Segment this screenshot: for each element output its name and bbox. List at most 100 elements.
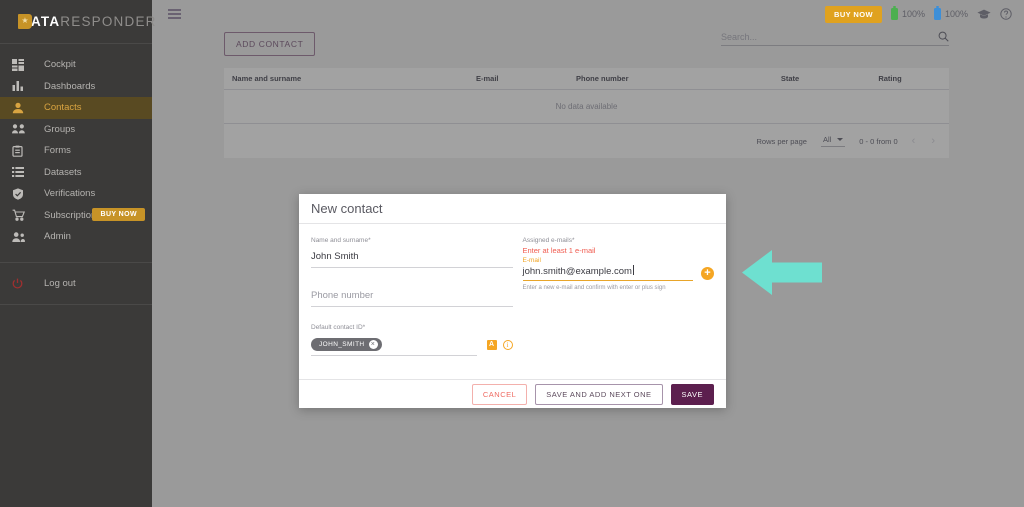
sidebar-item-datasets[interactable]: Datasets	[0, 162, 152, 184]
sidebar-nav: Cockpit Dashboards Contacts Groups Forms…	[0, 44, 152, 305]
sidebar-item-forms[interactable]: Forms	[0, 140, 152, 162]
phone-field-placeholder: Phone number	[311, 290, 374, 301]
sidebar-item-subscription[interactable]: Subscription BUY NOW	[0, 205, 152, 227]
contact-id-chip[interactable]: JOHN_SMITH ×	[311, 338, 382, 351]
search-box[interactable]	[721, 31, 949, 46]
meter-green-label: 100%	[901, 9, 925, 19]
power-icon	[12, 278, 34, 289]
save-button[interactable]: SAVE	[670, 383, 714, 405]
dialog-title: New contact	[299, 194, 726, 224]
sidebar-item-label: Dashboards	[44, 80, 96, 92]
sidebar-item-label: Forms	[44, 145, 71, 157]
sidebar-item-groups[interactable]: Groups	[0, 119, 152, 141]
column-header-phone[interactable]: Phone number	[568, 74, 736, 83]
contact-id-label: Default contact ID*	[311, 324, 366, 331]
people-group-icon	[12, 123, 34, 135]
chevron-left-icon[interactable]: ‹	[912, 135, 916, 147]
chevron-down-icon	[837, 138, 844, 141]
search-input[interactable]	[721, 31, 938, 42]
graduation-cap-icon[interactable]	[977, 9, 991, 20]
sidebar-item-verifications[interactable]: Verifications	[0, 183, 152, 205]
column-header-name[interactable]: Name and surname	[224, 74, 468, 83]
brand-name-light: RESPONDER	[60, 14, 157, 29]
sidebar-item-label: Subscription	[44, 209, 97, 221]
top-bar: BUY NOW 100% 100%	[152, 0, 1024, 28]
contact-id-row: JOHN_SMITH × A i	[311, 333, 513, 356]
battery-green-icon	[890, 6, 898, 20]
battery-blue-icon	[933, 6, 941, 20]
emails-field-label: Assigned e-mails*	[522, 237, 575, 244]
sidebar-item-label: Groups	[44, 123, 76, 135]
email-input-row: john.smith@example.com +	[522, 265, 714, 281]
list-icon	[12, 166, 34, 178]
sidebar-item-logout[interactable]: Log out	[0, 273, 152, 295]
save-and-add-next-button[interactable]: SAVE AND ADD NEXT ONE	[535, 383, 663, 405]
info-circle-icon[interactable]: i	[502, 339, 513, 350]
rows-per-page-value: All	[822, 135, 832, 144]
sidebar-item-cockpit[interactable]: Cockpit	[0, 54, 152, 76]
sidebar-item-label: Verifications	[44, 188, 96, 200]
dialog-body: Name and surname* John Smith Phone numbe…	[299, 224, 726, 379]
table-footer: Rows per page All 0 - 0 from 0 ‹ ›	[224, 124, 949, 158]
contacts-table: Name and surname E-mail Phone number Sta…	[224, 68, 949, 158]
sidebar-divider-bottom	[0, 304, 152, 305]
buy-now-badge[interactable]: BUY NOW	[92, 208, 145, 221]
shield-check-icon	[12, 188, 34, 200]
left-arrow-annotation	[742, 249, 822, 301]
contact-id-input[interactable]: JOHN_SMITH ×	[311, 333, 477, 356]
contact-id-badge[interactable]: A	[486, 339, 497, 350]
emails-field-error: Enter at least 1 e-mail	[522, 246, 596, 255]
sidebar-item-dashboards[interactable]: Dashboards	[0, 76, 152, 98]
table-header-row: Name and surname E-mail Phone number Sta…	[224, 68, 949, 90]
logo-star-icon: ★	[18, 13, 32, 29]
buy-now-button[interactable]: BUY NOW	[825, 5, 882, 23]
bar-chart-icon	[12, 80, 34, 92]
brand-name: DATARESPONDER	[20, 14, 157, 29]
name-input[interactable]: John Smith	[311, 246, 513, 268]
sidebar-item-label: Cockpit	[44, 59, 76, 71]
plus-circle-icon[interactable]: +	[701, 266, 714, 280]
sidebar: ★ DATARESPONDER Cockpit Dashboards Conta…	[0, 0, 155, 507]
rows-per-page-select[interactable]: All	[820, 135, 846, 147]
brand-logo[interactable]: ★ DATARESPONDER	[0, 0, 155, 44]
email-input[interactable]: john.smith@example.com	[522, 265, 693, 281]
rows-per-page-label: Rows per page	[756, 136, 807, 146]
hamburger-menu-icon[interactable]	[168, 7, 181, 21]
column-header-state[interactable]: State	[736, 74, 836, 83]
dashboard-grid-icon	[12, 58, 34, 71]
sidebar-item-admin[interactable]: Admin	[0, 226, 152, 248]
text-cursor	[632, 265, 634, 275]
add-contact-button[interactable]: ADD CONTACT	[224, 32, 316, 56]
sidebar-item-label: Contacts	[44, 102, 82, 114]
pagination-range: 0 - 0 from 0	[859, 136, 898, 146]
chevron-right-icon[interactable]: ›	[931, 135, 935, 147]
sidebar-divider	[0, 261, 152, 263]
sidebar-item-label: Admin	[44, 231, 71, 243]
sidebar-item-contacts[interactable]: Contacts	[0, 97, 152, 119]
pagination-controls: ‹ ›	[912, 135, 935, 147]
emails-field: Assigned e-mails* Enter at least 1 e-mai…	[522, 237, 714, 291]
dialog-left-column: Name and surname* John Smith Phone numbe…	[311, 237, 513, 373]
help-circle-icon[interactable]	[1000, 8, 1012, 20]
dialog-footer: CANCEL SAVE AND ADD NEXT ONE SAVE	[299, 379, 726, 408]
table-empty-message: No data available	[224, 90, 949, 124]
column-header-rating[interactable]: Rating	[836, 74, 936, 83]
close-circle-icon[interactable]: ×	[368, 340, 378, 349]
email-input-hint: Enter a new e-mail and confirm with ente…	[522, 285, 666, 291]
name-field-label: Name and surname*	[311, 237, 371, 244]
new-contact-dialog: New contact Name and surname* John Smith…	[299, 194, 726, 408]
meter-blue: 100%	[933, 6, 968, 20]
column-header-email[interactable]: E-mail	[468, 74, 568, 83]
panel-toolbar: ADD CONTACT	[224, 28, 949, 68]
cancel-button[interactable]: CANCEL	[471, 383, 528, 405]
email-input-value: john.smith@example.com	[522, 266, 632, 277]
person-icon	[12, 102, 34, 114]
name-field: Name and surname* John Smith	[311, 237, 513, 268]
email-sub-label: E-mail	[522, 257, 541, 264]
people-admin-icon	[12, 231, 34, 243]
phone-input[interactable]: Phone number	[311, 285, 513, 307]
sidebar-item-label: Log out	[44, 277, 76, 289]
meter-green: 100%	[890, 6, 925, 20]
search-icon[interactable]	[938, 31, 949, 42]
shopping-cart-icon	[12, 209, 34, 222]
